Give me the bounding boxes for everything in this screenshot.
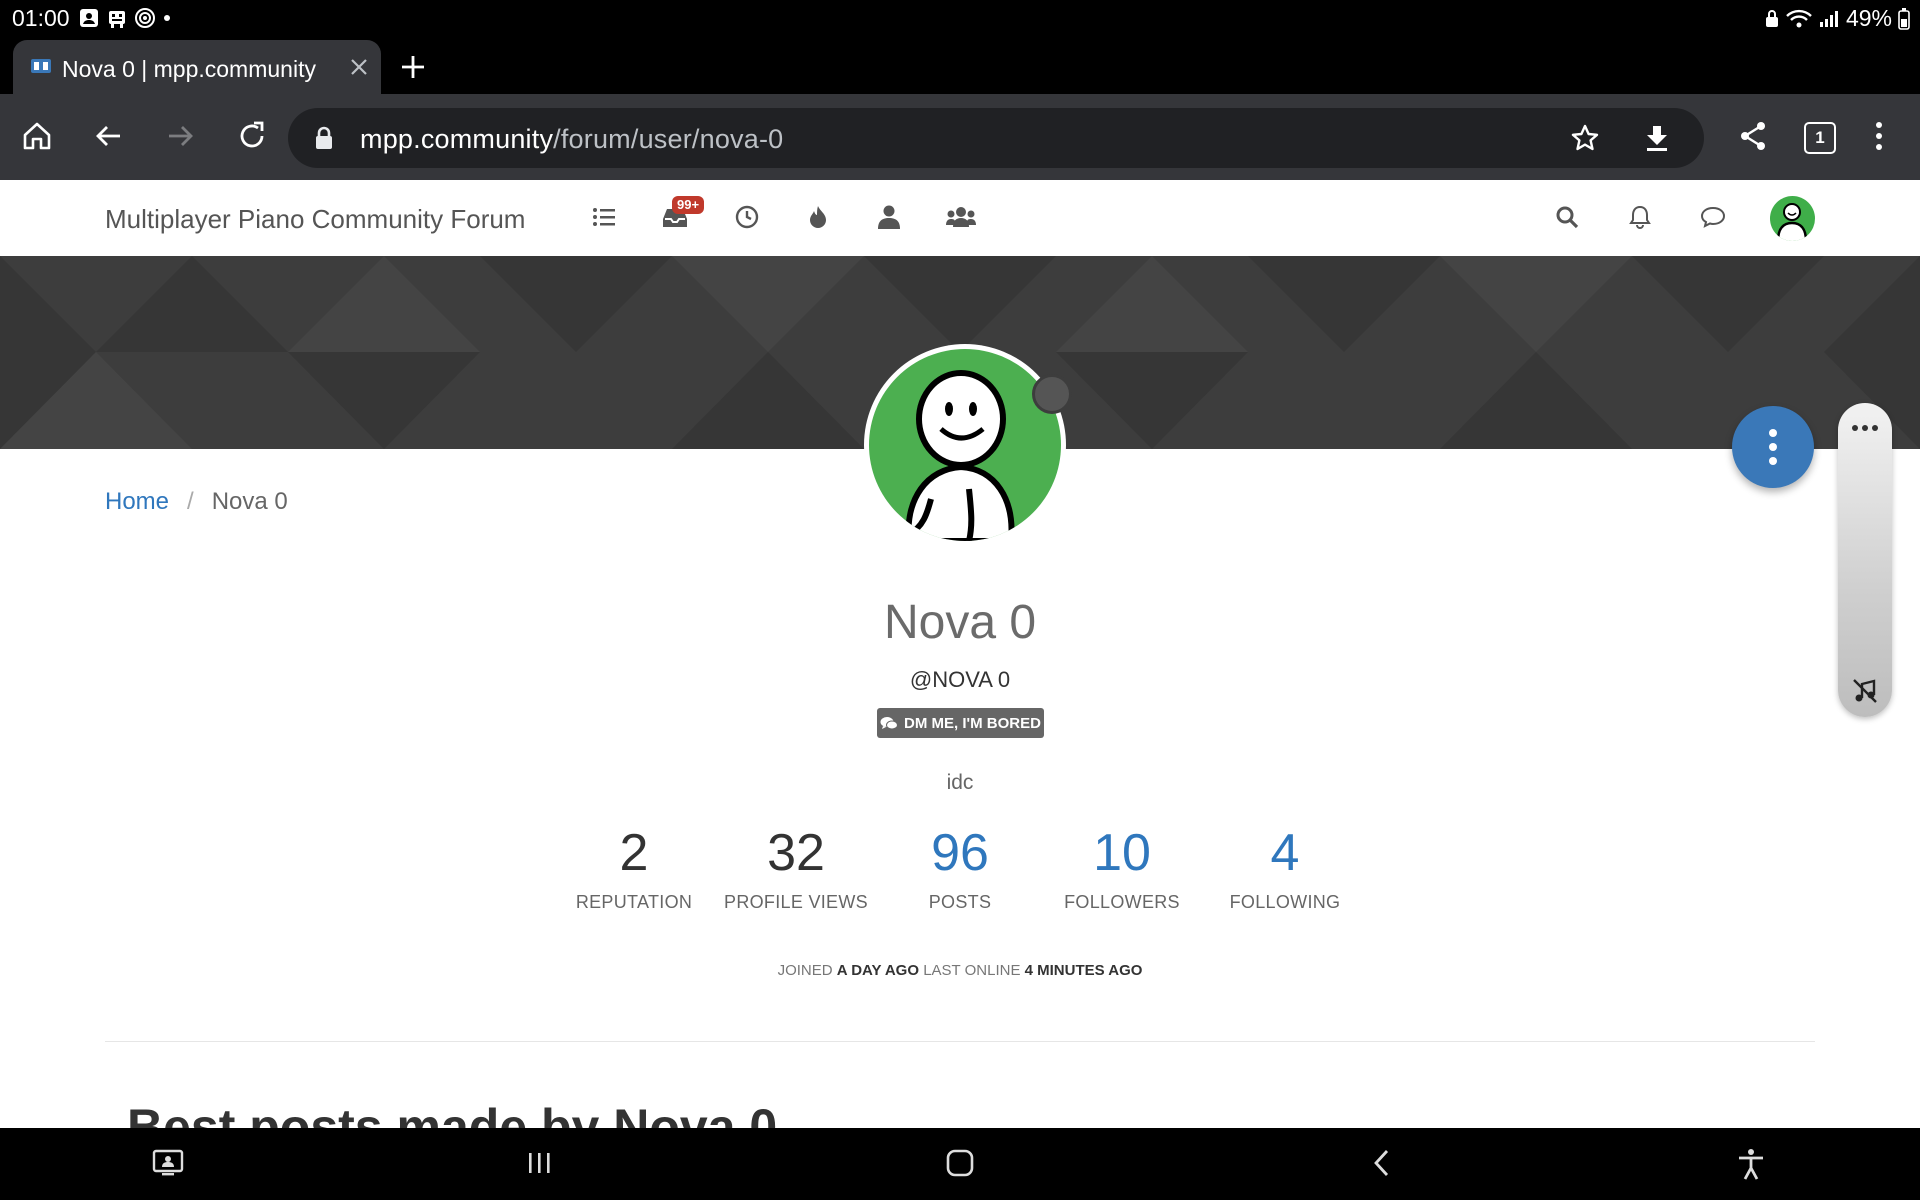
home-icon[interactable]: [20, 119, 54, 153]
bookmark-star-icon[interactable]: [1570, 123, 1600, 153]
more-horizontal-icon[interactable]: [1850, 423, 1880, 433]
chats-bubble-icon[interactable]: [1700, 205, 1726, 229]
status-time: 01:00: [12, 5, 70, 31]
stick-figure-avatar-icon: [905, 370, 1015, 541]
browser-toolbar: mpp.community/forum/user/nova-0 1: [0, 94, 1920, 180]
stat-followers[interactable]: 10 FOLLOWERS: [1037, 820, 1207, 913]
joined-value: A DAY AGO: [836, 962, 920, 979]
forum-brand-title[interactable]: Multiplayer Piano Community Forum: [105, 204, 525, 235]
home-button-icon[interactable]: [945, 1148, 975, 1178]
breadcrumb-home-link[interactable]: Home: [105, 488, 169, 516]
forum-header: Multiplayer Piano Community Forum 99+: [0, 180, 1920, 257]
stat-value[interactable]: 96: [875, 820, 1045, 886]
signal-icon: [1819, 10, 1838, 27]
profile-avatar[interactable]: [864, 344, 1066, 546]
url-host: mpp.community: [360, 124, 554, 154]
tab-title: Nova 0 | mpp.community: [62, 56, 316, 82]
stat-label: PROFILE VIEWS: [724, 892, 868, 912]
joined-label: JOINED: [777, 962, 833, 979]
tab-switcher-button[interactable]: 1: [1804, 122, 1836, 154]
url-path: /forum/user/nova-0: [553, 124, 784, 154]
stat-label: POSTS: [928, 892, 992, 912]
notifications-bell-icon[interactable]: [1629, 205, 1651, 229]
profile-joined-info: JOINED A DAY AGO LAST ONLINE 4 MINUTES A…: [0, 962, 1920, 979]
browser-menu-icon[interactable]: [1862, 119, 1896, 153]
search-icon[interactable]: [1555, 205, 1579, 229]
users-person-icon[interactable]: [878, 205, 900, 229]
back-button-icon[interactable]: [1367, 1148, 1397, 1178]
stat-value[interactable]: 4: [1200, 820, 1370, 886]
group-badge-label: DM ME, I'M BORED: [904, 714, 1041, 732]
status-system-icons: 49%: [1764, 5, 1910, 32]
stat-label: REPUTATION: [575, 892, 693, 912]
share-icon[interactable]: [1736, 119, 1770, 153]
lock-icon[interactable]: [314, 126, 334, 150]
stat-value: 32: [767, 824, 825, 882]
stat-label: FOLLOWING: [1229, 892, 1341, 912]
tab-strip: Nova 0 | mpp.community: [0, 38, 1920, 94]
profile-actions-button[interactable]: [1732, 406, 1814, 488]
gallery-notification-icon: [80, 9, 98, 27]
recent-clock-icon[interactable]: [735, 205, 759, 229]
section-divider: [105, 1041, 1815, 1042]
robot-notification-icon: [109, 11, 125, 28]
group-badge[interactable]: DM ME, I'M BORED: [877, 708, 1044, 738]
battery-icon: [1898, 7, 1910, 30]
back-icon[interactable]: [92, 119, 126, 153]
popular-fire-icon[interactable]: [808, 205, 828, 229]
categories-list-icon[interactable]: [592, 205, 616, 229]
more-notifications-dot-icon: [164, 15, 170, 21]
last-online-label: LAST ONLINE: [923, 962, 1021, 979]
stat-posts[interactable]: 96 POSTS: [875, 820, 1045, 913]
stat-profile-views: 32 PROFILE VIEWS: [711, 820, 881, 913]
system-navigation-bar: [0, 1128, 1920, 1200]
status-notification-icons: [78, 7, 172, 29]
screen-cast-icon[interactable]: [152, 1148, 184, 1178]
hotspot-notification-icon: [135, 8, 155, 28]
status-bar: 01:00 49%: [0, 0, 1920, 38]
lock-status-icon: [1765, 9, 1778, 27]
stat-label: FOLLOWERS: [1064, 892, 1180, 912]
battery-percent: 49%: [1845, 5, 1892, 31]
offline-status-dot: [1032, 374, 1072, 414]
groups-icon[interactable]: [946, 205, 976, 229]
profile-avatar-image: [869, 349, 1061, 541]
site-favicon-icon: [31, 59, 51, 73]
breadcrumb-separator: /: [187, 488, 194, 515]
breadcrumb: Home / Nova 0: [105, 488, 288, 516]
wifi-icon: [1786, 9, 1812, 27]
accessibility-icon[interactable]: [1736, 1148, 1766, 1180]
vertical-dots-icon: [1769, 429, 1777, 465]
url-text[interactable]: mpp.community/forum/user/nova-0: [360, 124, 783, 155]
stat-following[interactable]: 4 FOLLOWING: [1200, 820, 1370, 913]
stat-value[interactable]: 10: [1037, 820, 1207, 886]
last-online-value: 4 MINUTES AGO: [1024, 962, 1143, 979]
stat-value: 2: [619, 824, 649, 882]
profile-username: @NOVA 0: [909, 667, 1011, 692]
address-bar[interactable]: mpp.community/forum/user/nova-0: [288, 108, 1704, 168]
unread-count-badge: 99+: [672, 196, 705, 214]
download-icon[interactable]: [1642, 123, 1672, 153]
stat-reputation: 2 REPUTATION: [549, 820, 719, 913]
recent-apps-icon[interactable]: [524, 1148, 554, 1178]
comments-icon: [880, 716, 899, 729]
profile-bio: idc: [946, 771, 974, 794]
browser-tab[interactable]: Nova 0 | mpp.community: [13, 40, 381, 94]
user-avatar-drawing-icon: [1776, 203, 1808, 241]
user-menu-avatar[interactable]: [1770, 196, 1815, 241]
tab-close-icon[interactable]: [349, 57, 369, 77]
reload-icon[interactable]: [235, 119, 269, 153]
forward-icon[interactable]: [163, 119, 197, 153]
breadcrumb-current: Nova 0: [211, 488, 288, 515]
profile-display-name: Nova 0: [883, 596, 1037, 649]
new-tab-icon[interactable]: [400, 54, 426, 80]
